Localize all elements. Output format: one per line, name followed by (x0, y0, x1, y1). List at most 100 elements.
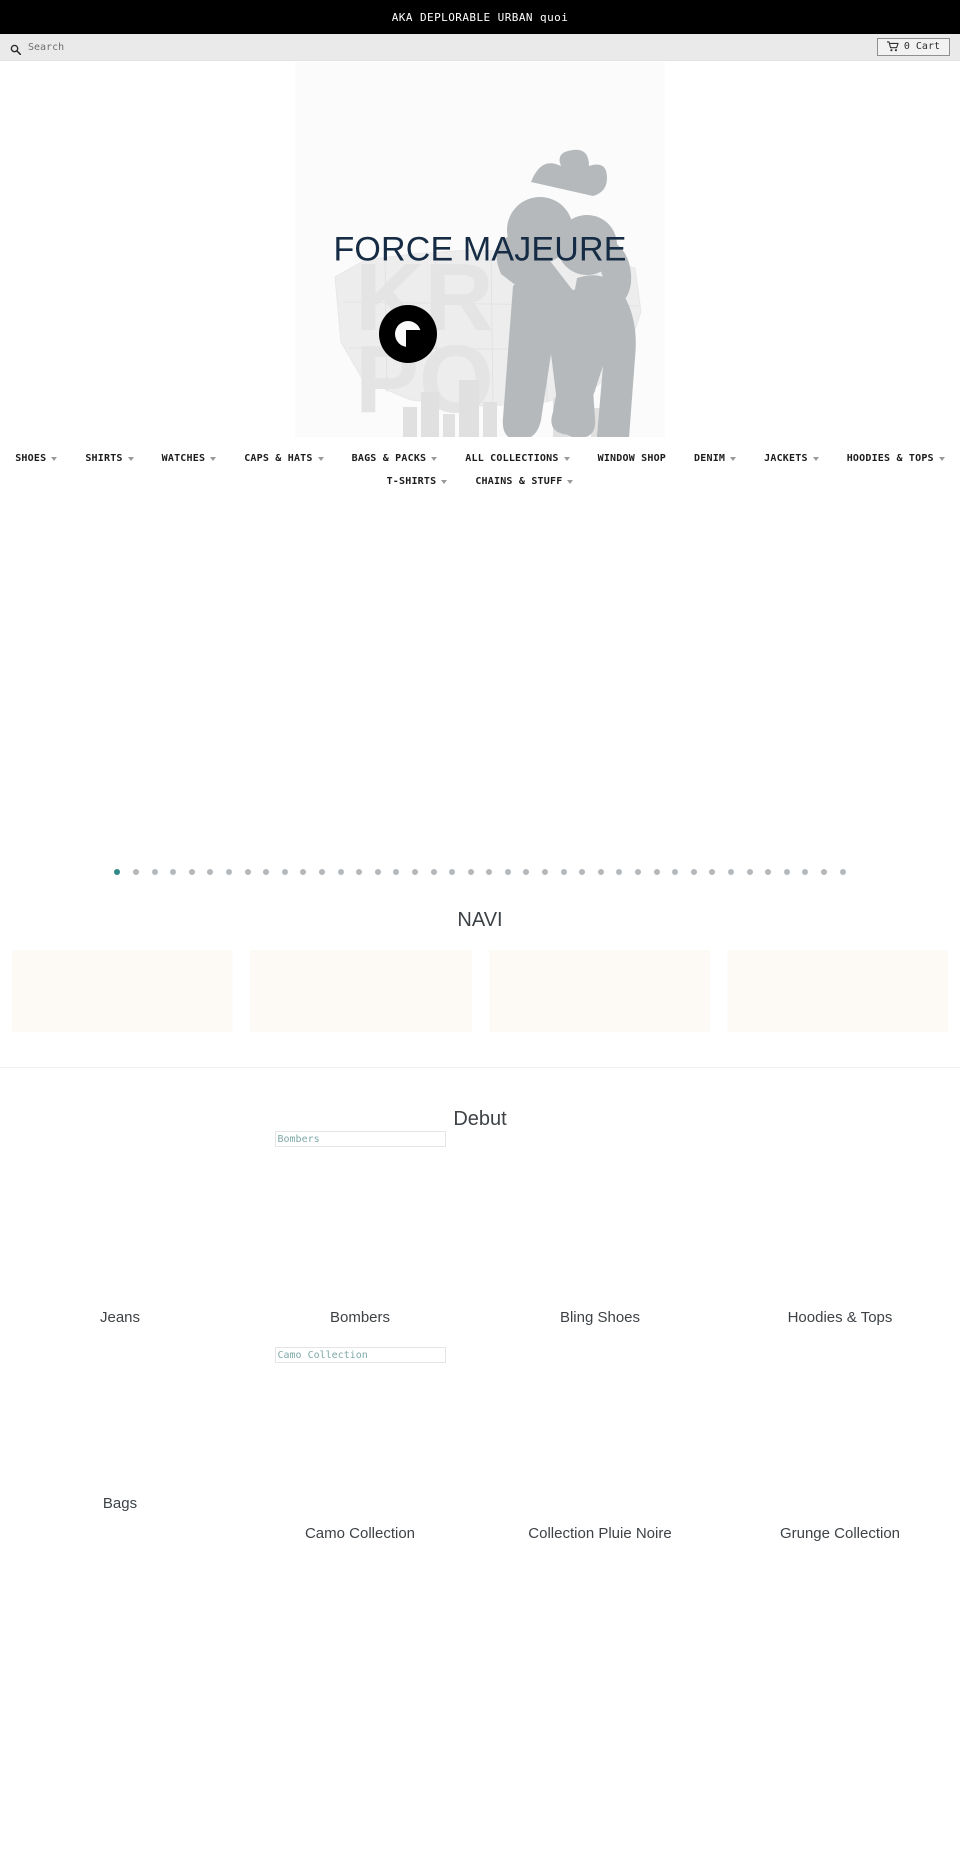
slideshow-dot[interactable] (486, 869, 493, 875)
search-icon (10, 42, 22, 55)
collection-row-2: Bags Camo Collection Camo Collection Col… (0, 1327, 960, 1543)
nav-item-chains-and-stuff[interactable]: CHAINS & STUFF (461, 470, 587, 493)
slideshow-dot[interactable] (356, 869, 363, 875)
slideshow-dot[interactable] (411, 869, 418, 875)
chevron-down-icon (51, 456, 58, 461)
slideshow-dot[interactable] (597, 869, 604, 875)
collection-card-collection-pluie-noire[interactable]: Collection Pluie Noire (480, 1347, 720, 1543)
nav-item-all-collections[interactable]: ALL COLLECTIONS (451, 447, 583, 470)
slideshow-dot[interactable] (188, 869, 195, 875)
slideshow-dot[interactable] (560, 869, 567, 875)
logo-wordmark: FORCE MAJEURE (333, 230, 627, 268)
slideshow-dot[interactable] (114, 869, 121, 875)
slideshow-dot[interactable] (579, 869, 586, 875)
slideshow-dot[interactable] (765, 869, 772, 875)
slideshow-dot[interactable] (318, 869, 325, 875)
search-form[interactable] (10, 41, 228, 55)
slideshow-dot[interactable] (207, 869, 214, 875)
broken-image-placeholder: Bombers (274, 1131, 446, 1147)
slideshow-dot[interactable] (430, 869, 437, 875)
slideshow-dot[interactable] (653, 869, 660, 875)
slideshow-dot[interactable] (151, 869, 158, 875)
cart-button[interactable]: 0 Cart (876, 38, 950, 56)
collection-card-camo-collection[interactable]: Camo Collection Camo Collection (240, 1347, 480, 1543)
chevron-down-icon (317, 456, 324, 461)
collection-label: Bling Shoes (559, 1309, 641, 1326)
announcement-bar: AKA DEPLORABLE URBAN quoi (0, 0, 960, 34)
slideshow-dot[interactable] (802, 869, 809, 875)
collection-card-hoodies-and-tops[interactable]: Hoodies & Tops (720, 1131, 960, 1327)
collection-card-bags[interactable]: Bags (0, 1347, 240, 1543)
nav-item-caps-and-hats[interactable]: CAPS & HATS (230, 447, 337, 470)
collection-label: Bombers (329, 1309, 391, 1326)
chevron-down-icon (730, 456, 737, 461)
slideshow-dot[interactable] (374, 869, 381, 875)
navi-tile[interactable] (488, 950, 710, 1032)
nav-item-watches[interactable]: WATCHES (148, 447, 231, 470)
collection-label: Hoodies & Tops (787, 1309, 893, 1326)
collection-label: Grunge Collection (779, 1525, 901, 1542)
debut-section: Debut Jeans Bombers Bombers Bling Shoes … (0, 1068, 960, 1543)
nav-item-shirts[interactable]: SHIRTS (71, 447, 147, 470)
site-logo-image[interactable]: KR PO FORCE MAJEURE (295, 62, 665, 437)
cart-label: 0 Cart (903, 41, 940, 52)
slideshow-dot[interactable] (523, 869, 530, 875)
slideshow-dot[interactable] (504, 869, 511, 875)
slideshow-dot[interactable] (467, 869, 474, 875)
chevron-down-icon (127, 456, 134, 461)
nav-item-shoes[interactable]: SHOES (1, 447, 71, 470)
slideshow-pagination[interactable] (0, 859, 960, 885)
chevron-down-icon (567, 479, 574, 484)
nav-item-label: T-SHIRTS (386, 476, 437, 487)
collection-card-bombers[interactable]: Bombers Bombers (240, 1131, 480, 1327)
slideshow-dot[interactable] (170, 869, 177, 875)
navi-tile[interactable] (726, 950, 948, 1032)
collection-card-jeans[interactable]: Jeans (0, 1131, 240, 1327)
slideshow-dot[interactable] (783, 869, 790, 875)
nav-item-denim[interactable]: DENIM (680, 447, 750, 470)
navi-tile[interactable] (12, 950, 234, 1032)
nav-item-bags-and-packs[interactable]: BAGS & PACKS (338, 447, 452, 470)
slideshow-dot[interactable] (820, 869, 827, 875)
slideshow-dot[interactable] (728, 869, 735, 875)
utility-bar: 0 Cart (0, 34, 960, 61)
collection-label: Collection Pluie Noire (528, 1525, 672, 1542)
nav-item-label: BAGS & PACKS (351, 453, 427, 464)
nav-item-hoodies-and-tops[interactable]: HOODIES & TOPS (833, 447, 959, 470)
slideshow-dot[interactable] (542, 869, 549, 875)
slideshow-dot[interactable] (839, 869, 846, 875)
main-navigation: SHOES SHIRTS WATCHES CAPS & HATS BAGS & … (0, 437, 960, 499)
nav-item-t-shirts[interactable]: T-SHIRTS (373, 470, 462, 493)
slideshow-dot[interactable] (393, 869, 400, 875)
debut-section-title: Debut (453, 1108, 507, 1130)
slideshow-dot[interactable] (616, 869, 623, 875)
slideshow-dot[interactable] (449, 869, 456, 875)
slideshow-dot[interactable] (672, 869, 679, 875)
broken-image-alt-text: Camo Collection (277, 1349, 368, 1361)
nav-item-label: SHIRTS (85, 453, 123, 464)
nav-item-label: HOODIES & TOPS (846, 453, 934, 464)
slideshow-dot[interactable] (225, 869, 232, 875)
slideshow-stage[interactable] (0, 499, 960, 859)
slideshow-dot[interactable] (281, 869, 288, 875)
slideshow-dot[interactable] (133, 869, 140, 875)
collection-label: Jeans (99, 1309, 141, 1326)
slideshow-dot[interactable] (635, 869, 642, 875)
slideshow-dot[interactable] (263, 869, 270, 875)
nav-item-window-shop[interactable]: WINDOW SHOP (584, 447, 680, 470)
slideshow-dot[interactable] (300, 869, 307, 875)
navi-tile[interactable] (250, 950, 472, 1032)
nav-item-label: CHAINS & STUFF (475, 476, 563, 487)
slideshow-dot[interactable] (746, 869, 753, 875)
search-input[interactable] (28, 41, 228, 53)
slideshow-dot[interactable] (244, 869, 251, 875)
chevron-down-icon (210, 456, 217, 461)
collection-card-bling-shoes[interactable]: Bling Shoes (480, 1131, 720, 1327)
slideshow-dot[interactable] (690, 869, 697, 875)
nav-item-jackets[interactable]: JACKETS (750, 447, 833, 470)
slideshow-dot[interactable] (709, 869, 716, 875)
collection-row-1: Jeans Bombers Bombers Bling Shoes Hoodie… (0, 1131, 960, 1327)
collection-card-grunge-collection[interactable]: Grunge Collection (720, 1347, 960, 1543)
slideshow-dot[interactable] (337, 869, 344, 875)
broken-image-placeholder: Camo Collection (274, 1347, 446, 1363)
